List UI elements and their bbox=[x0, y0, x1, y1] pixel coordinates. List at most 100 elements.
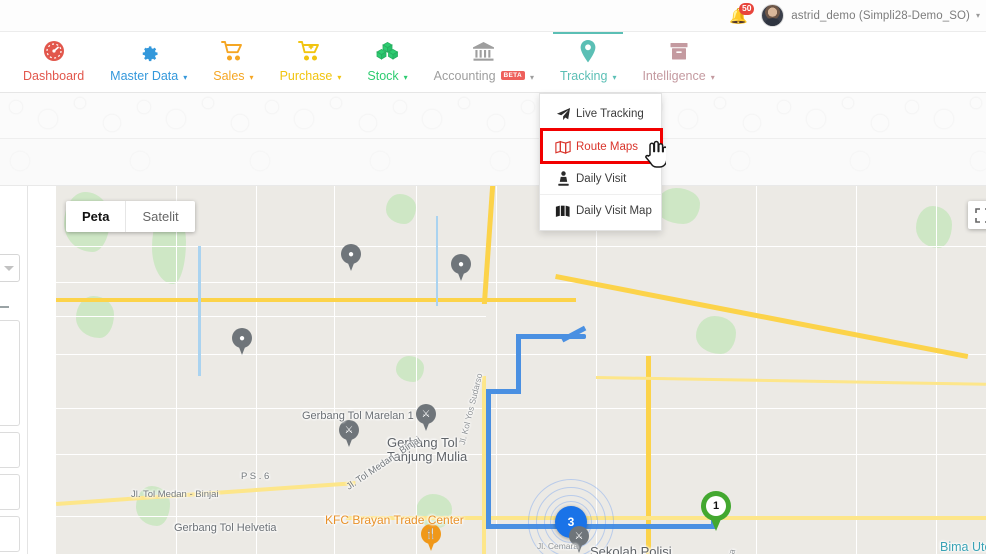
chevron-down-icon: ▾ bbox=[529, 72, 534, 82]
notifications-button[interactable]: 🔔 50 bbox=[729, 2, 755, 28]
route-stop-1-label: 1 bbox=[706, 496, 726, 516]
filter-field-2[interactable] bbox=[0, 432, 20, 468]
map-road bbox=[56, 454, 986, 455]
chevron-down-icon: ▾ bbox=[183, 72, 188, 82]
beta-badge: BETA bbox=[500, 70, 525, 80]
map-type-peta[interactable]: Peta bbox=[66, 201, 125, 232]
map-waterway bbox=[436, 216, 438, 306]
map-type-satelit[interactable]: Satelit bbox=[125, 201, 194, 232]
cart-plus-icon bbox=[298, 38, 322, 64]
map-book-icon bbox=[550, 204, 576, 218]
bank-icon bbox=[471, 38, 496, 64]
chevron-down-icon: ▾ bbox=[403, 72, 408, 82]
chevron-down-icon: ▾ bbox=[337, 72, 342, 82]
avatar[interactable] bbox=[761, 4, 785, 27]
chevron-down-icon: ▾ bbox=[249, 72, 254, 82]
poi-pin-sekolah-polisi[interactable]: ⚔ bbox=[569, 526, 589, 553]
chevron-down-icon: ▾ bbox=[612, 72, 617, 82]
map-pin-icon bbox=[578, 38, 598, 64]
map-park bbox=[76, 296, 114, 338]
main-navigation: Dashboard Master Data ▾ Sales ▾ Purchase… bbox=[0, 32, 986, 93]
map-road bbox=[256, 186, 257, 554]
map-road-secondary bbox=[346, 516, 986, 520]
poi-pin-tanjung-mulia[interactable]: ● bbox=[451, 254, 471, 281]
nav-label-master-data: Master Data bbox=[110, 69, 179, 83]
nav-label-sales: Sales bbox=[213, 69, 245, 83]
archive-box-icon bbox=[667, 38, 691, 64]
poi-pin-marelan[interactable]: ● bbox=[341, 244, 361, 271]
nav-label-tracking: Tracking bbox=[559, 69, 608, 83]
fullscreen-expand-icon bbox=[974, 207, 986, 223]
map-road bbox=[936, 186, 937, 554]
poi-pin-campus[interactable]: ⚔ bbox=[416, 404, 436, 431]
route-stop-1[interactable]: 1 bbox=[701, 491, 731, 531]
nav-label-purchase: Purchase bbox=[279, 69, 333, 83]
school-icon: ⚔ bbox=[344, 424, 354, 436]
map-road bbox=[416, 186, 417, 554]
menu-label-daily-visit-map: Daily Visit Map bbox=[576, 204, 652, 217]
shopping-cart-icon bbox=[221, 38, 245, 64]
app-root: 🔔 50 astrid_demo (Simpli28-Demo_SO) ▾ Da… bbox=[0, 0, 986, 554]
poi-pin-kfc[interactable]: 🍴 bbox=[421, 524, 441, 551]
map-road bbox=[56, 354, 986, 355]
person-pin-icon bbox=[550, 170, 576, 187]
map-fullscreen-button[interactable] bbox=[968, 201, 986, 229]
folded-map-icon bbox=[550, 140, 576, 154]
map-toll-road bbox=[56, 298, 576, 302]
map-park bbox=[386, 194, 416, 224]
menu-item-live-tracking[interactable]: Live Tracking bbox=[540, 98, 661, 130]
map-type-switcher[interactable]: Peta Satelit bbox=[66, 201, 195, 232]
nav-label-stock: Stock bbox=[367, 69, 399, 83]
map-road bbox=[56, 316, 486, 317]
nav-item-dashboard[interactable]: Dashboard bbox=[10, 32, 97, 93]
nav-item-master-data[interactable]: Master Data ▾ bbox=[97, 32, 200, 93]
tracking-dropdown-menu: Live Tracking Route Maps Daily Visit Dai… bbox=[539, 93, 663, 231]
menu-label-daily-visit: Daily Visit bbox=[576, 172, 627, 185]
nav-item-sales[interactable]: Sales ▾ bbox=[200, 32, 266, 93]
chevron-down-icon[interactable]: ▾ bbox=[976, 11, 980, 20]
map-road bbox=[56, 282, 576, 283]
map-road bbox=[56, 408, 986, 409]
restaurant-icon: 🍴 bbox=[424, 528, 438, 540]
map-waterway bbox=[198, 246, 201, 376]
map-park bbox=[916, 206, 952, 248]
menu-item-daily-visit-map[interactable]: Daily Visit Map bbox=[540, 194, 661, 226]
route-map[interactable]: 3 1 ⚔ ● ● ● ⚔ ⚔ ⚔ 🍴 H H H 💼 💼 💼 🛒 Medan … bbox=[56, 186, 986, 554]
nav-item-tracking[interactable]: Tracking ▾ bbox=[547, 32, 629, 93]
map-road bbox=[496, 186, 497, 554]
map-road bbox=[856, 186, 857, 554]
menu-item-route-maps[interactable]: Route Maps bbox=[540, 130, 661, 162]
dashboard-gauge-icon bbox=[42, 38, 66, 64]
map-road bbox=[334, 186, 335, 554]
nav-label-accounting: Accounting bbox=[433, 69, 496, 83]
map-base-layer bbox=[56, 186, 986, 554]
page-subheader-band bbox=[0, 139, 986, 186]
filter-field-3[interactable] bbox=[0, 474, 20, 510]
nav-item-accounting[interactable]: Accounting BETA ▾ bbox=[421, 32, 547, 93]
filter-field-4[interactable] bbox=[0, 516, 20, 552]
route-line bbox=[486, 389, 521, 394]
nav-label-intelligence: Intelligence bbox=[642, 69, 706, 83]
map-park bbox=[396, 356, 424, 382]
user-name-label: astrid_demo (Simpli28-Demo_SO) bbox=[791, 9, 970, 22]
nav-item-intelligence[interactable]: Intelligence ▾ bbox=[629, 32, 727, 93]
paper-plane-icon bbox=[550, 107, 576, 122]
filter-select[interactable] bbox=[0, 254, 20, 282]
menu-label-route-maps: Route Maps bbox=[576, 140, 639, 153]
map-park bbox=[136, 486, 170, 526]
map-park bbox=[696, 316, 736, 354]
route-line bbox=[516, 334, 521, 394]
poi-pin-sma-negeri-3[interactable]: ⚔ bbox=[339, 420, 359, 447]
map-park bbox=[656, 188, 700, 224]
map-road bbox=[176, 186, 177, 554]
poi-pin-helvetia[interactable]: ● bbox=[232, 328, 252, 355]
nav-item-stock[interactable]: Stock ▾ bbox=[354, 32, 420, 93]
filter-field-1[interactable] bbox=[0, 320, 20, 426]
map-road bbox=[756, 186, 757, 554]
menu-item-daily-visit[interactable]: Daily Visit bbox=[540, 162, 661, 194]
route-line bbox=[486, 389, 491, 529]
nav-item-purchase[interactable]: Purchase ▾ bbox=[267, 32, 355, 93]
gear-icon bbox=[137, 38, 160, 64]
top-bar: 🔔 50 astrid_demo (Simpli28-Demo_SO) ▾ bbox=[0, 0, 986, 32]
notification-badge: 50 bbox=[739, 2, 755, 15]
